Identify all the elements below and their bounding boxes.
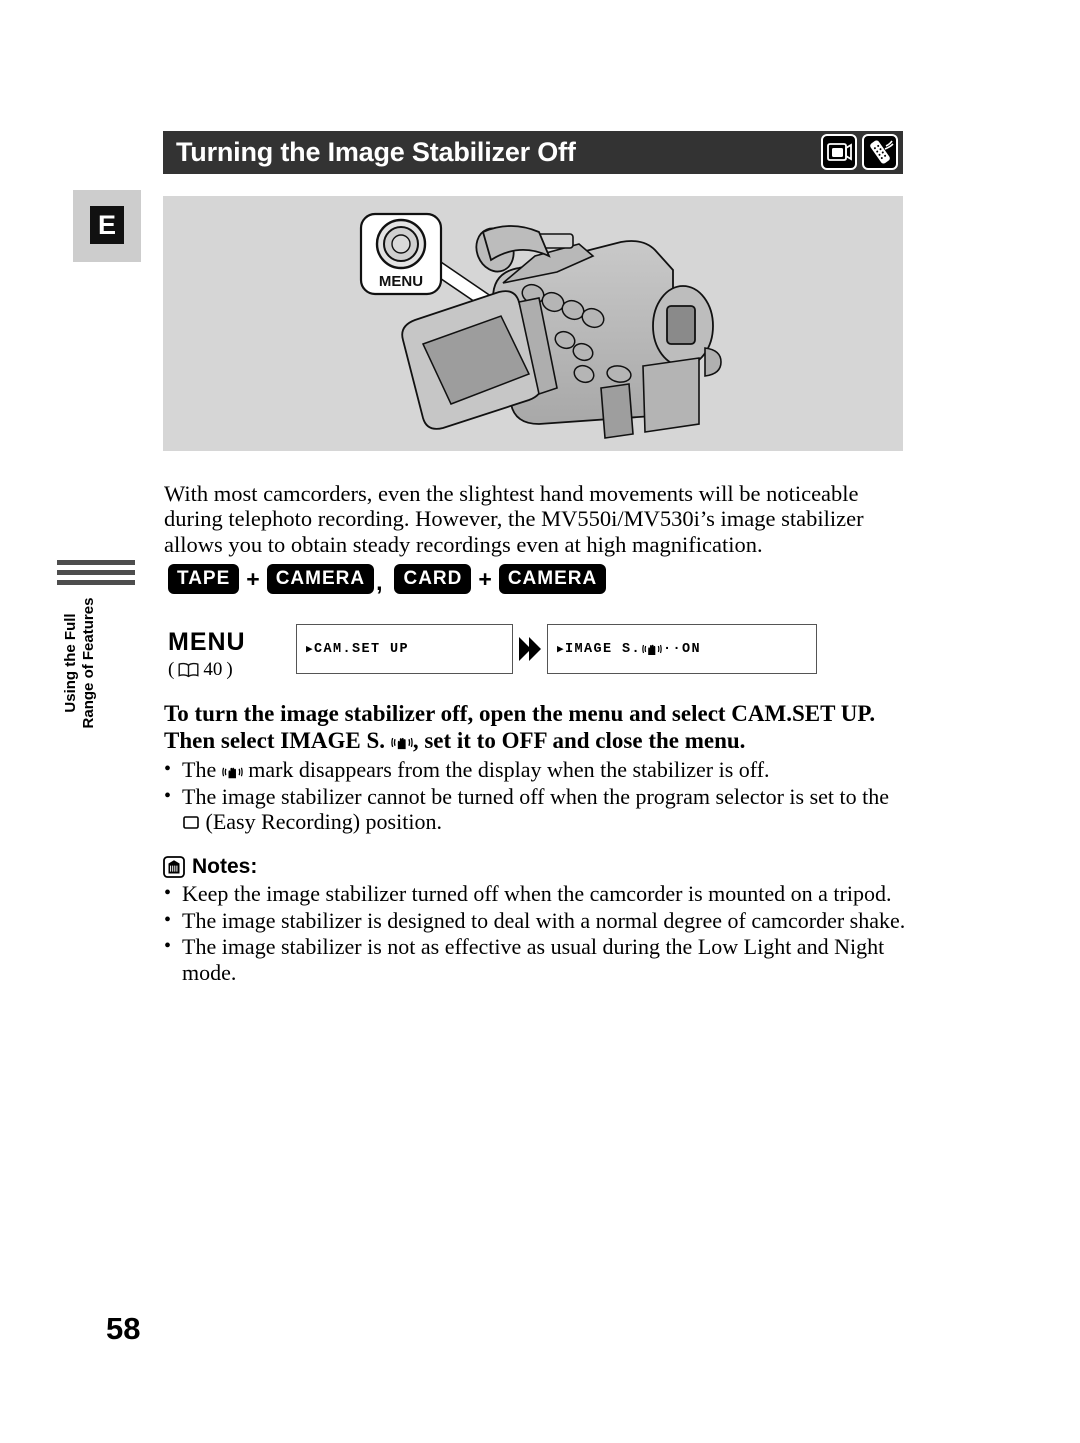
list-item: • The mark disappears from the display w… [164,757,912,783]
easy-recording-square-icon [183,816,199,829]
bullet-text-part-1: The image stabilizer cannot be turned of… [182,783,890,809]
camcorder-lcd-icon-glyph [827,143,852,161]
bullet-marker: • [164,758,172,780]
notes-heading: Notes: [163,855,257,879]
notes-bullet-list: • Keep the image stabilizer turned off w… [164,881,912,986]
bullet-marker: • [164,908,172,931]
menu-page-reference: ( 40) [168,659,296,681]
mode-badge-row: TAPE + CAMERA , CARD + CAMERA [168,562,607,596]
badge-camera-2: CAMERA [498,564,607,594]
bullet-marker: • [164,784,172,807]
list-item: • The image stabilizer cannot be turned … [164,784,912,835]
menu-step-2-box: ▶ IMAGE S. ··ON [547,624,817,674]
bullet-text: Keep the image stabilizer turned off whe… [182,881,892,906]
bullet-text: The mark disappears from the display whe… [182,757,912,783]
menu-button-callout: MENU [359,212,443,296]
language-tab: E [73,190,141,262]
list-item: • The image stabilizer is not as effecti… [164,934,912,985]
menu-step-2-suffix: ··ON [663,641,702,657]
menu-flow: MENU ( 40) ▶ CAM.SET UP ▶ IMAGE S. ··ON [168,624,817,681]
intro-paragraph: With most camcorders, even the slightest… [164,480,864,557]
menu-word: MENU [168,628,246,656]
plus-operator-2: + [478,565,492,592]
header-icon-group [821,134,898,170]
bullet-text: The image stabilizer cannot be turned of… [182,784,912,835]
page-number: 58 [106,1311,141,1346]
bullet-marker: • [164,935,172,957]
bullet-text: The image stabilizer is not as effective… [182,934,885,985]
menu-step-1-box: ▶ CAM.SET UP [296,624,513,674]
stabilizer-hand-icon [642,644,662,655]
camcorder-illustration: MENU [359,212,722,439]
menu-step-2-row: ▶ IMAGE S. ··ON [557,642,701,657]
bullet-text-part-2: (Easy Recording) position. [200,809,442,834]
illustration-panel: MENU [163,196,903,451]
menu-step-1-text: CAM.SET UP [314,641,410,657]
page-title: Turning the Image Stabilizer Off [176,137,576,167]
badge-card: CARD [394,564,472,594]
menu-step-2-marker: ▶ [557,644,566,656]
page-header-bar: Turning the Image Stabilizer Off [163,131,903,174]
svg-text:MENU: MENU [379,273,423,290]
badge-tape: TAPE [168,564,240,594]
instruction-text: To turn the image stabilizer off, open t… [164,700,914,754]
instruction-part-2: , set it to OFF and close the menu. [412,728,746,753]
bullet-text-part-1: The [182,757,222,782]
main-bullet-list: • The mark disappears from the display w… [164,757,912,836]
remote-control-icon [862,134,898,170]
stabilizer-hand-icon [221,767,243,779]
plus-operator-1: + [246,565,260,592]
menu-step-2-prefix: IMAGE S. [565,641,642,657]
menu-ref-page: 40 [203,659,223,680]
badge-camera-1: CAMERA [266,564,375,594]
menu-step-1-row: ▶ CAM.SET UP [306,642,409,657]
open-book-icon [178,662,199,678]
menu-flow-arrow-icon [515,624,545,674]
bullet-text: The image stabilizer is designed to deal… [182,907,906,933]
chapter-label: Using the Full Range of Features [62,597,97,729]
menu-ref-open-paren: ( [168,659,175,680]
notes-label: Notes: [192,855,258,878]
menu-ref-close-paren: ) [226,659,233,680]
list-item: • Keep the image stabilizer turned off w… [164,881,912,907]
stabilizer-hand-icon [391,737,413,750]
language-tab-letter: E [90,206,124,244]
note-memo-icon [163,856,185,878]
remote-control-icon-glyph [870,140,894,164]
badge-separator: , [376,569,383,595]
camcorder-lcd-icon [821,134,857,170]
bullet-text-part-2: mark disappears from the display when th… [242,757,770,782]
menu-step-1-marker: ▶ [306,644,315,656]
menu-label-block: MENU ( 40) [168,624,296,681]
list-item: • The image stabilizer is designed to de… [164,908,912,934]
bullet-marker: • [164,882,172,904]
double-chevron-right-icon [519,637,541,661]
